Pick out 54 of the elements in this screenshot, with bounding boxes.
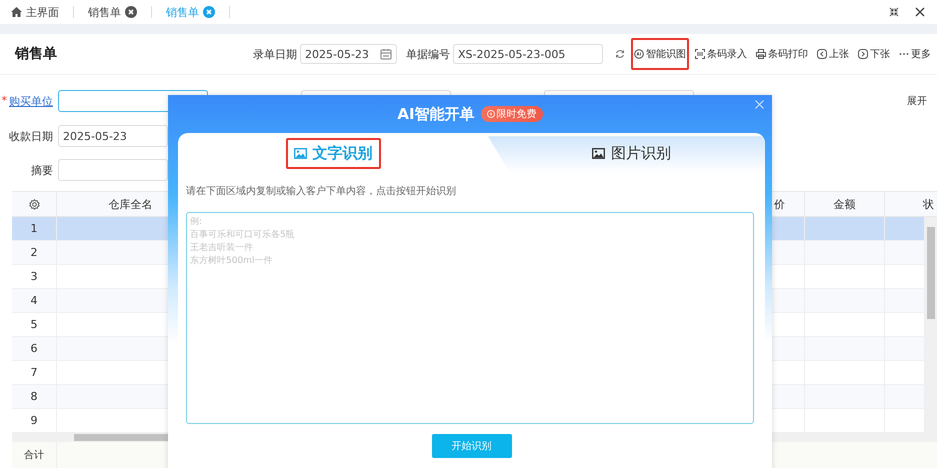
number-field[interactable]: XS-2025-05-23-005 xyxy=(453,44,603,64)
scan-icon xyxy=(695,49,705,59)
toolbar-button[interactable]: 更多 xyxy=(896,38,934,70)
row-number: 7 xyxy=(12,361,57,384)
buyer-link[interactable]: 购买单位 xyxy=(9,94,53,108)
page-tab[interactable]: 主界面 xyxy=(9,4,61,20)
settings-icon[interactable] xyxy=(28,198,40,210)
close-icon[interactable] xyxy=(915,7,925,17)
column-header: 金额 xyxy=(805,192,885,216)
column-header: 状 xyxy=(922,196,935,212)
row-number: 1 xyxy=(12,217,57,240)
row-number: 4 xyxy=(12,289,57,312)
date-field[interactable]: 2025-05-23 xyxy=(300,44,397,64)
calendar-icon[interactable] xyxy=(380,48,392,60)
toolbar-button[interactable]: 下张 xyxy=(855,38,893,70)
row-number: 2 xyxy=(12,241,57,264)
chevron-left-icon xyxy=(817,49,827,59)
required-mark: * xyxy=(2,94,7,108)
number-label: 单据编号 xyxy=(406,46,450,62)
pay-date-label: 收款日期 xyxy=(9,128,53,144)
dialog-tab[interactable]: 图片识别 xyxy=(584,138,679,168)
total-label: 合计 xyxy=(12,442,57,468)
row-number: 9 xyxy=(12,409,57,432)
dialog-title: AI智能开单 xyxy=(397,104,475,124)
memo-field[interactable] xyxy=(58,159,168,181)
more-icon xyxy=(899,52,909,56)
row-number: 3 xyxy=(12,265,57,288)
image-icon xyxy=(592,148,605,158)
printer-icon xyxy=(756,49,766,59)
scrollbar[interactable] xyxy=(925,217,937,442)
home-icon xyxy=(11,7,22,17)
close-icon[interactable] xyxy=(125,6,137,18)
collapse-icon[interactable] xyxy=(889,7,899,17)
toolbar-button[interactable]: 智能识图 xyxy=(631,38,689,70)
lightning-icon xyxy=(486,110,495,118)
chevron-right-icon xyxy=(858,49,868,59)
toolbar-button[interactable]: 上张 xyxy=(814,38,852,70)
refresh-icon[interactable] xyxy=(615,49,625,59)
row-number: 8 xyxy=(12,385,57,408)
date-label: 录单日期 xyxy=(253,46,297,62)
image-icon xyxy=(294,148,306,158)
row-number: 6 xyxy=(12,337,57,360)
placeholder-text: 百事可乐和可口可乐各5瓶 xyxy=(190,229,295,242)
expand-link[interactable]: 展开 xyxy=(907,94,927,108)
page-tab[interactable]: 销售单 xyxy=(86,4,139,20)
promo-badge: 限时免费 xyxy=(480,106,543,122)
ai-icon xyxy=(634,49,644,59)
memo-label: 摘要 xyxy=(31,162,53,178)
page-title: 销售单 xyxy=(15,45,57,63)
pay-date-field[interactable]: 2025-05-23 xyxy=(58,125,168,147)
placeholder-text: 例: xyxy=(190,216,202,229)
row-number: 5 xyxy=(12,313,57,336)
toolbar-button[interactable]: 条码打印 xyxy=(753,38,811,70)
toolbar-button[interactable]: 条码录入 xyxy=(692,38,750,70)
